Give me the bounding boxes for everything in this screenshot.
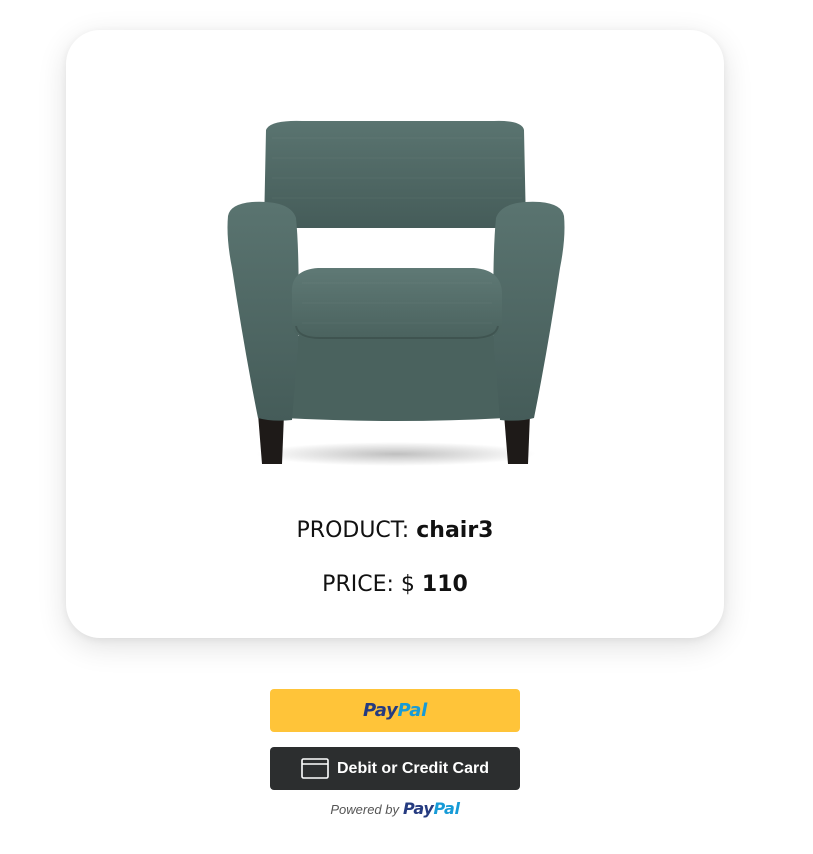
product-price-value: 110 — [421, 572, 468, 597]
powered-by-logo-pal: Pal — [433, 799, 460, 818]
paypal-logo-pay: Pay — [363, 700, 398, 721]
product-card: PRODUCT: chair3 PRICE: $ 110 — [66, 30, 724, 638]
powered-by-text: Powered by — [330, 802, 399, 817]
product-name-value: chair3 — [416, 518, 494, 543]
powered-by-paypal: Powered by PayPal — [270, 799, 520, 818]
product-name-label: PRODUCT: — [296, 518, 410, 543]
powered-by-logo-pay: Pay — [403, 799, 434, 818]
debit-credit-card-button[interactable]: Debit or Credit Card — [270, 747, 520, 790]
product-price: PRICE: $ 110 — [66, 572, 724, 597]
product-price-label: PRICE: $ — [322, 572, 415, 597]
paypal-logo-pal: Pal — [397, 700, 428, 721]
paypal-button[interactable]: PayPal — [270, 689, 520, 732]
paypal-logo: PayPal — [363, 700, 427, 721]
powered-by-paypal-logo: PayPal — [403, 799, 460, 818]
armchair-image — [227, 120, 565, 466]
card-button-label: Debit or Credit Card — [336, 759, 489, 777]
checkout-page: PRODUCT: chair3 PRICE: $ 110 PayPal Debi… — [0, 0, 813, 854]
credit-card-icon — [301, 758, 329, 779]
product-name: PRODUCT: chair3 — [66, 518, 724, 543]
